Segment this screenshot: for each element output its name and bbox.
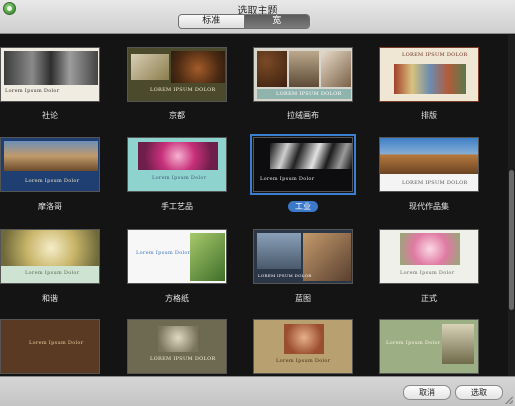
photo [284,324,324,354]
theme-thumbnail-linen[interactable]: LOREM IPSUM DOLOR [253,47,353,102]
theme-label-linen: 拉绒画布 [287,111,319,120]
theme-thumbnail-modern-portfolio[interactable]: LOREM IPSUM DOLOR [379,137,479,192]
theme-label-kyoto: 京都 [169,111,185,120]
photo [4,51,98,85]
theme-sample-title: Lorem Ipsum Dolor [136,250,191,256]
photo [289,51,319,87]
theme-thumbnail-kyoto[interactable]: LOREM IPSUM DOLOR [127,47,227,102]
theme-thumbnail-industrial[interactable]: Lorem Ipsum Dolor [250,134,356,195]
theme-chooser-window: 选取主题 标准 宽 Lorem Ipsum Dolor 社论 LOREM IPS… [0,0,515,406]
photo [138,142,218,170]
theme-sample-title: LOREM IPSUM DOLOR [276,91,342,97]
theme-thumbnail-portrait[interactable]: Lorem Ipsum Dolor [253,319,353,374]
photo [171,51,225,83]
theme-sample-title: Lorem Ipsum Dolor [25,270,80,276]
theme-label-industrial: 工业 [253,201,353,212]
scrollbar-thumb[interactable] [509,170,514,310]
theme-thumbnail-morocco[interactable]: Lorem Ipsum Dolor [0,137,100,192]
photo [158,326,198,352]
photo [190,233,225,281]
theme-thumbnail-graph-paper[interactable]: Lorem Ipsum Dolor [127,229,227,284]
theme-label-editorial: 社论 [42,111,58,120]
theme-grid: Lorem Ipsum Dolor 社论 LOREM IPSUM DOLOR 京… [0,35,508,376]
theme-thumbnail-architecture[interactable]: Lorem Ipsum Dolor [379,319,479,374]
theme-label-typeset: 排版 [421,111,437,120]
theme-sample-title: Lorem Ipsum Dolor [152,175,207,181]
theme-sample-title: Lorem Ipsum Dolor [276,358,331,364]
theme-label-modern-portfolio: 现代作品集 [409,202,449,211]
vertical-scrollbar[interactable] [508,35,515,376]
photo [257,51,287,87]
photo [1,230,99,266]
photo [400,233,460,265]
tab-standard[interactable]: 标准 [179,15,244,28]
theme-thumbnail-leather[interactable]: Lorem Ipsum Dolor [0,319,100,374]
theme-sample-title: Lorem Ipsum Dolor [400,270,455,276]
theme-sample-title: LOREM IPSUM DOLOR [150,87,216,93]
theme-sample-title: Lorem Ipsum Dolor [29,340,84,346]
theme-label-morocco: 摩洛哥 [38,202,62,211]
photo [131,54,169,80]
theme-thumbnail-harmony[interactable]: Lorem Ipsum Dolor [0,229,100,284]
theme-sample-title: Lorem Ipsum Dolor [5,88,60,94]
theme-sample-title: LOREM IPSUM DOLOR [150,356,216,362]
theme-label-harmony: 和谐 [42,294,58,303]
theme-thumbnail-vintage[interactable]: LOREM IPSUM DOLOR [127,319,227,374]
photo [257,233,301,269]
theme-thumbnail-crafted[interactable]: Lorem Ipsum Dolor [127,137,227,192]
photo [321,51,351,87]
tab-wide[interactable]: 宽 [243,15,309,28]
theme-label-blueprint: 蓝图 [295,294,311,303]
selected-theme-label: 工业 [288,201,318,212]
cancel-button[interactable]: 取消 [403,385,451,400]
theme-thumbnail-formal[interactable]: Lorem Ipsum Dolor [379,229,479,284]
photo [270,143,352,169]
theme-label-graph-paper: 方格纸 [165,294,189,303]
theme-label-formal: 正式 [421,294,437,303]
resize-grip-icon[interactable] [505,396,513,404]
photo [380,138,478,174]
photo [442,324,474,364]
bottom-bar: 取消 选取 [0,376,515,406]
choose-button[interactable]: 选取 [455,385,503,400]
theme-thumbnail-blueprint[interactable]: LOREM IPSUM DOLOR [253,229,353,284]
theme-thumbnail-editorial[interactable]: Lorem Ipsum Dolor [0,47,100,102]
theme-sample-title: Lorem Ipsum Dolor [260,176,315,182]
theme-sample-title: Lorem Ipsum Dolor [25,178,80,184]
theme-thumbnail-typeset[interactable]: LOREM IPSUM DOLOR [379,47,479,102]
theme-sample-title: Lorem Ipsum Dolor [386,340,441,346]
photo [394,64,466,94]
title-bar: 选取主题 标准 宽 [0,0,515,34]
theme-sample-title: LOREM IPSUM DOLOR [402,180,468,186]
theme-sample-title: LOREM IPSUM DOLOR [258,273,312,278]
theme-sample-title: LOREM IPSUM DOLOR [402,52,468,58]
theme-label-crafted: 手工艺品 [161,202,193,211]
aspect-segmented-control: 标准 宽 [178,14,310,29]
photo [4,141,98,171]
